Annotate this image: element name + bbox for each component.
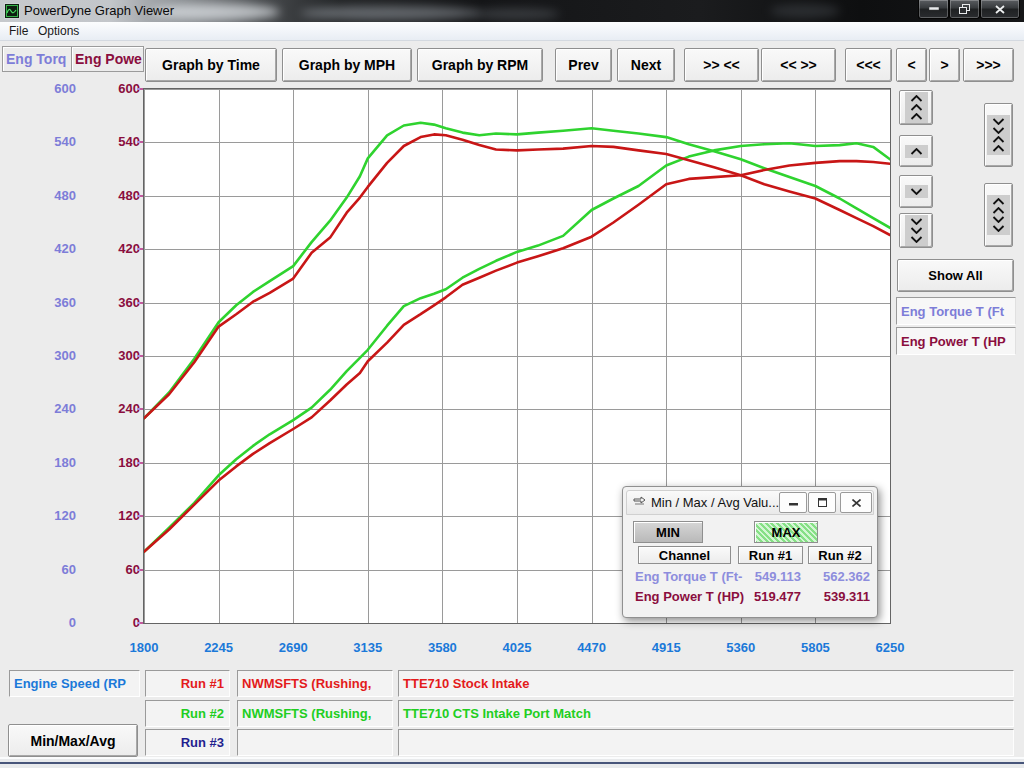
power-tick-label: 360 (100, 295, 140, 310)
torque-tick-label: 360 (36, 295, 76, 310)
toolbar-button-btn[interactable]: >>> (963, 48, 1014, 82)
toolbar-button-btn[interactable]: < (896, 48, 927, 82)
rpm-tick-label: 4025 (503, 640, 532, 655)
rpm-tick-label: 5360 (726, 640, 755, 655)
power-tick-label: 180 (100, 455, 140, 470)
rpm-tick-label: 6250 (876, 640, 905, 655)
torque-tick-label: 600 (36, 81, 76, 96)
minmax-run2-value: 539.311 (808, 589, 870, 604)
min-button[interactable]: MIN (633, 521, 703, 543)
minmax-maximize-button[interactable] (808, 492, 836, 513)
minmax-close-button[interactable] (840, 492, 872, 513)
scale-down-fast-button[interactable] (899, 213, 933, 248)
minmax-minimize-button[interactable] (779, 492, 807, 513)
show-all-button[interactable]: Show All (897, 259, 1014, 292)
minmax-run1-value: 519.477 (738, 589, 801, 604)
rpm-tick-label: 3580 (428, 640, 457, 655)
run-label-box-1[interactable]: Run #1 (145, 670, 230, 697)
toolbar-button-graph-by-time[interactable]: Graph by Time (145, 48, 277, 82)
toolbar-button-btn[interactable]: <<< (845, 48, 892, 82)
scale-down-button[interactable] (899, 175, 933, 208)
torque-tick-label: 60 (36, 562, 76, 577)
power-tick-label: 120 (100, 508, 140, 523)
legend-power-channel[interactable]: Eng Power T (HP (896, 327, 1016, 355)
note-icon (633, 496, 647, 508)
toolbar-button-next[interactable]: Next (617, 48, 675, 82)
close-button[interactable] (980, 0, 1020, 19)
run-desc-box-3[interactable] (398, 729, 1014, 756)
run-label-box-2[interactable]: Run #2 (145, 700, 230, 727)
window-title: PowerDyne Graph Viewer (24, 3, 174, 18)
expand-scale-button[interactable] (984, 183, 1013, 247)
run-file-box-1[interactable]: NWMSFTS (Rushing, (237, 670, 393, 697)
toolbar-button-btn[interactable]: >> << (684, 48, 759, 82)
run-desc-box-1[interactable]: TTE710 Stock Intake (398, 670, 1014, 697)
menu-bar: File Options (0, 22, 1024, 41)
power-axis-tab[interactable]: Eng Powe (71, 46, 144, 72)
rpm-tick-label: 5805 (801, 640, 830, 655)
torque-tick-label: 540 (36, 134, 76, 149)
run-desc-box-2[interactable]: TTE710 CTS Intake Port Match (398, 700, 1014, 727)
power-tick-label: 240 (100, 401, 140, 416)
minmax-row-channel: Eng Power T (HP) (635, 589, 745, 604)
toolbar-button-graph-by-rpm[interactable]: Graph by RPM (417, 48, 543, 82)
max-button[interactable]: MAX (754, 521, 818, 543)
torque-tick-label: 420 (36, 241, 76, 256)
toolbar-button-prev[interactable]: Prev (555, 48, 612, 82)
minmax-col-channel: Channel (638, 546, 731, 564)
minmax-window: Min / Max / Avg Valu... MIN MAX Channel … (622, 486, 878, 618)
toolbar-button-btn[interactable]: > (929, 48, 960, 82)
menu-file[interactable]: File (9, 24, 28, 38)
window-bottom-edge (0, 757, 1024, 768)
minmax-avg-button[interactable]: Min/Max/Avg (8, 724, 138, 757)
run-file-box-2[interactable]: NWMSFTS (Rushing, (237, 700, 393, 727)
torque-axis-tab[interactable]: Eng Torq (2, 46, 73, 72)
power-tick-label: 60 (100, 562, 140, 577)
menu-options[interactable]: Options (38, 24, 79, 38)
app-icon (4, 3, 20, 19)
torque-tick-label: 120 (36, 508, 76, 523)
rpm-tick-label: 1800 (130, 640, 159, 655)
power-tick-label: 0 (100, 615, 140, 630)
minmax-col-run2: Run #2 (808, 546, 872, 564)
rpm-tick-label: 2245 (204, 640, 233, 655)
run-file-box-3[interactable] (237, 729, 393, 756)
torque-tick-label: 480 (36, 188, 76, 203)
minimize-button[interactable] (918, 0, 949, 19)
minmax-run2-value: 562.362 (808, 569, 870, 584)
rpm-tick-label: 2690 (279, 640, 308, 655)
rpm-tick-label: 3135 (353, 640, 382, 655)
power-tick-label: 600 (100, 81, 140, 96)
toolbar-button-btn[interactable]: << >> (761, 48, 836, 82)
scale-up-button[interactable] (899, 135, 933, 167)
rpm-tick-label: 4470 (577, 640, 606, 655)
x-channel-box[interactable]: Engine Speed (RP (9, 670, 140, 697)
minmax-col-run1: Run #1 (738, 546, 803, 564)
titlebar: PowerDyne Graph Viewer (0, 0, 1024, 22)
minmax-row-channel: Eng Torque T (Ft- (635, 569, 745, 584)
torque-tick-label: 240 (36, 401, 76, 416)
power-tick-label: 300 (100, 348, 140, 363)
power-tick-label: 420 (100, 241, 140, 256)
run-label-box-3[interactable]: Run #3 (145, 729, 230, 756)
minmax-run1-value: 549.113 (738, 569, 801, 584)
torque-tick-label: 300 (36, 348, 76, 363)
compress-scale-button[interactable] (984, 103, 1013, 167)
power-tick-label: 480 (100, 188, 140, 203)
minmax-titlebar[interactable]: Min / Max / Avg Valu... (626, 490, 874, 515)
torque-tick-label: 180 (36, 455, 76, 470)
minmax-title: Min / Max / Avg Valu... (651, 495, 779, 510)
restore-button[interactable] (949, 0, 980, 19)
power-tick-label: 540 (100, 134, 140, 149)
torque-tick-label: 0 (36, 615, 76, 630)
scale-up-fast-button[interactable] (899, 90, 933, 125)
rpm-tick-label: 4915 (652, 640, 681, 655)
legend-torque-channel[interactable]: Eng Torque T (Ft (896, 297, 1016, 325)
toolbar-button-graph-by-mph[interactable]: Graph by MPH (282, 48, 412, 82)
app-window: PowerDyne Graph Viewer File Options Eng … (0, 0, 1024, 768)
